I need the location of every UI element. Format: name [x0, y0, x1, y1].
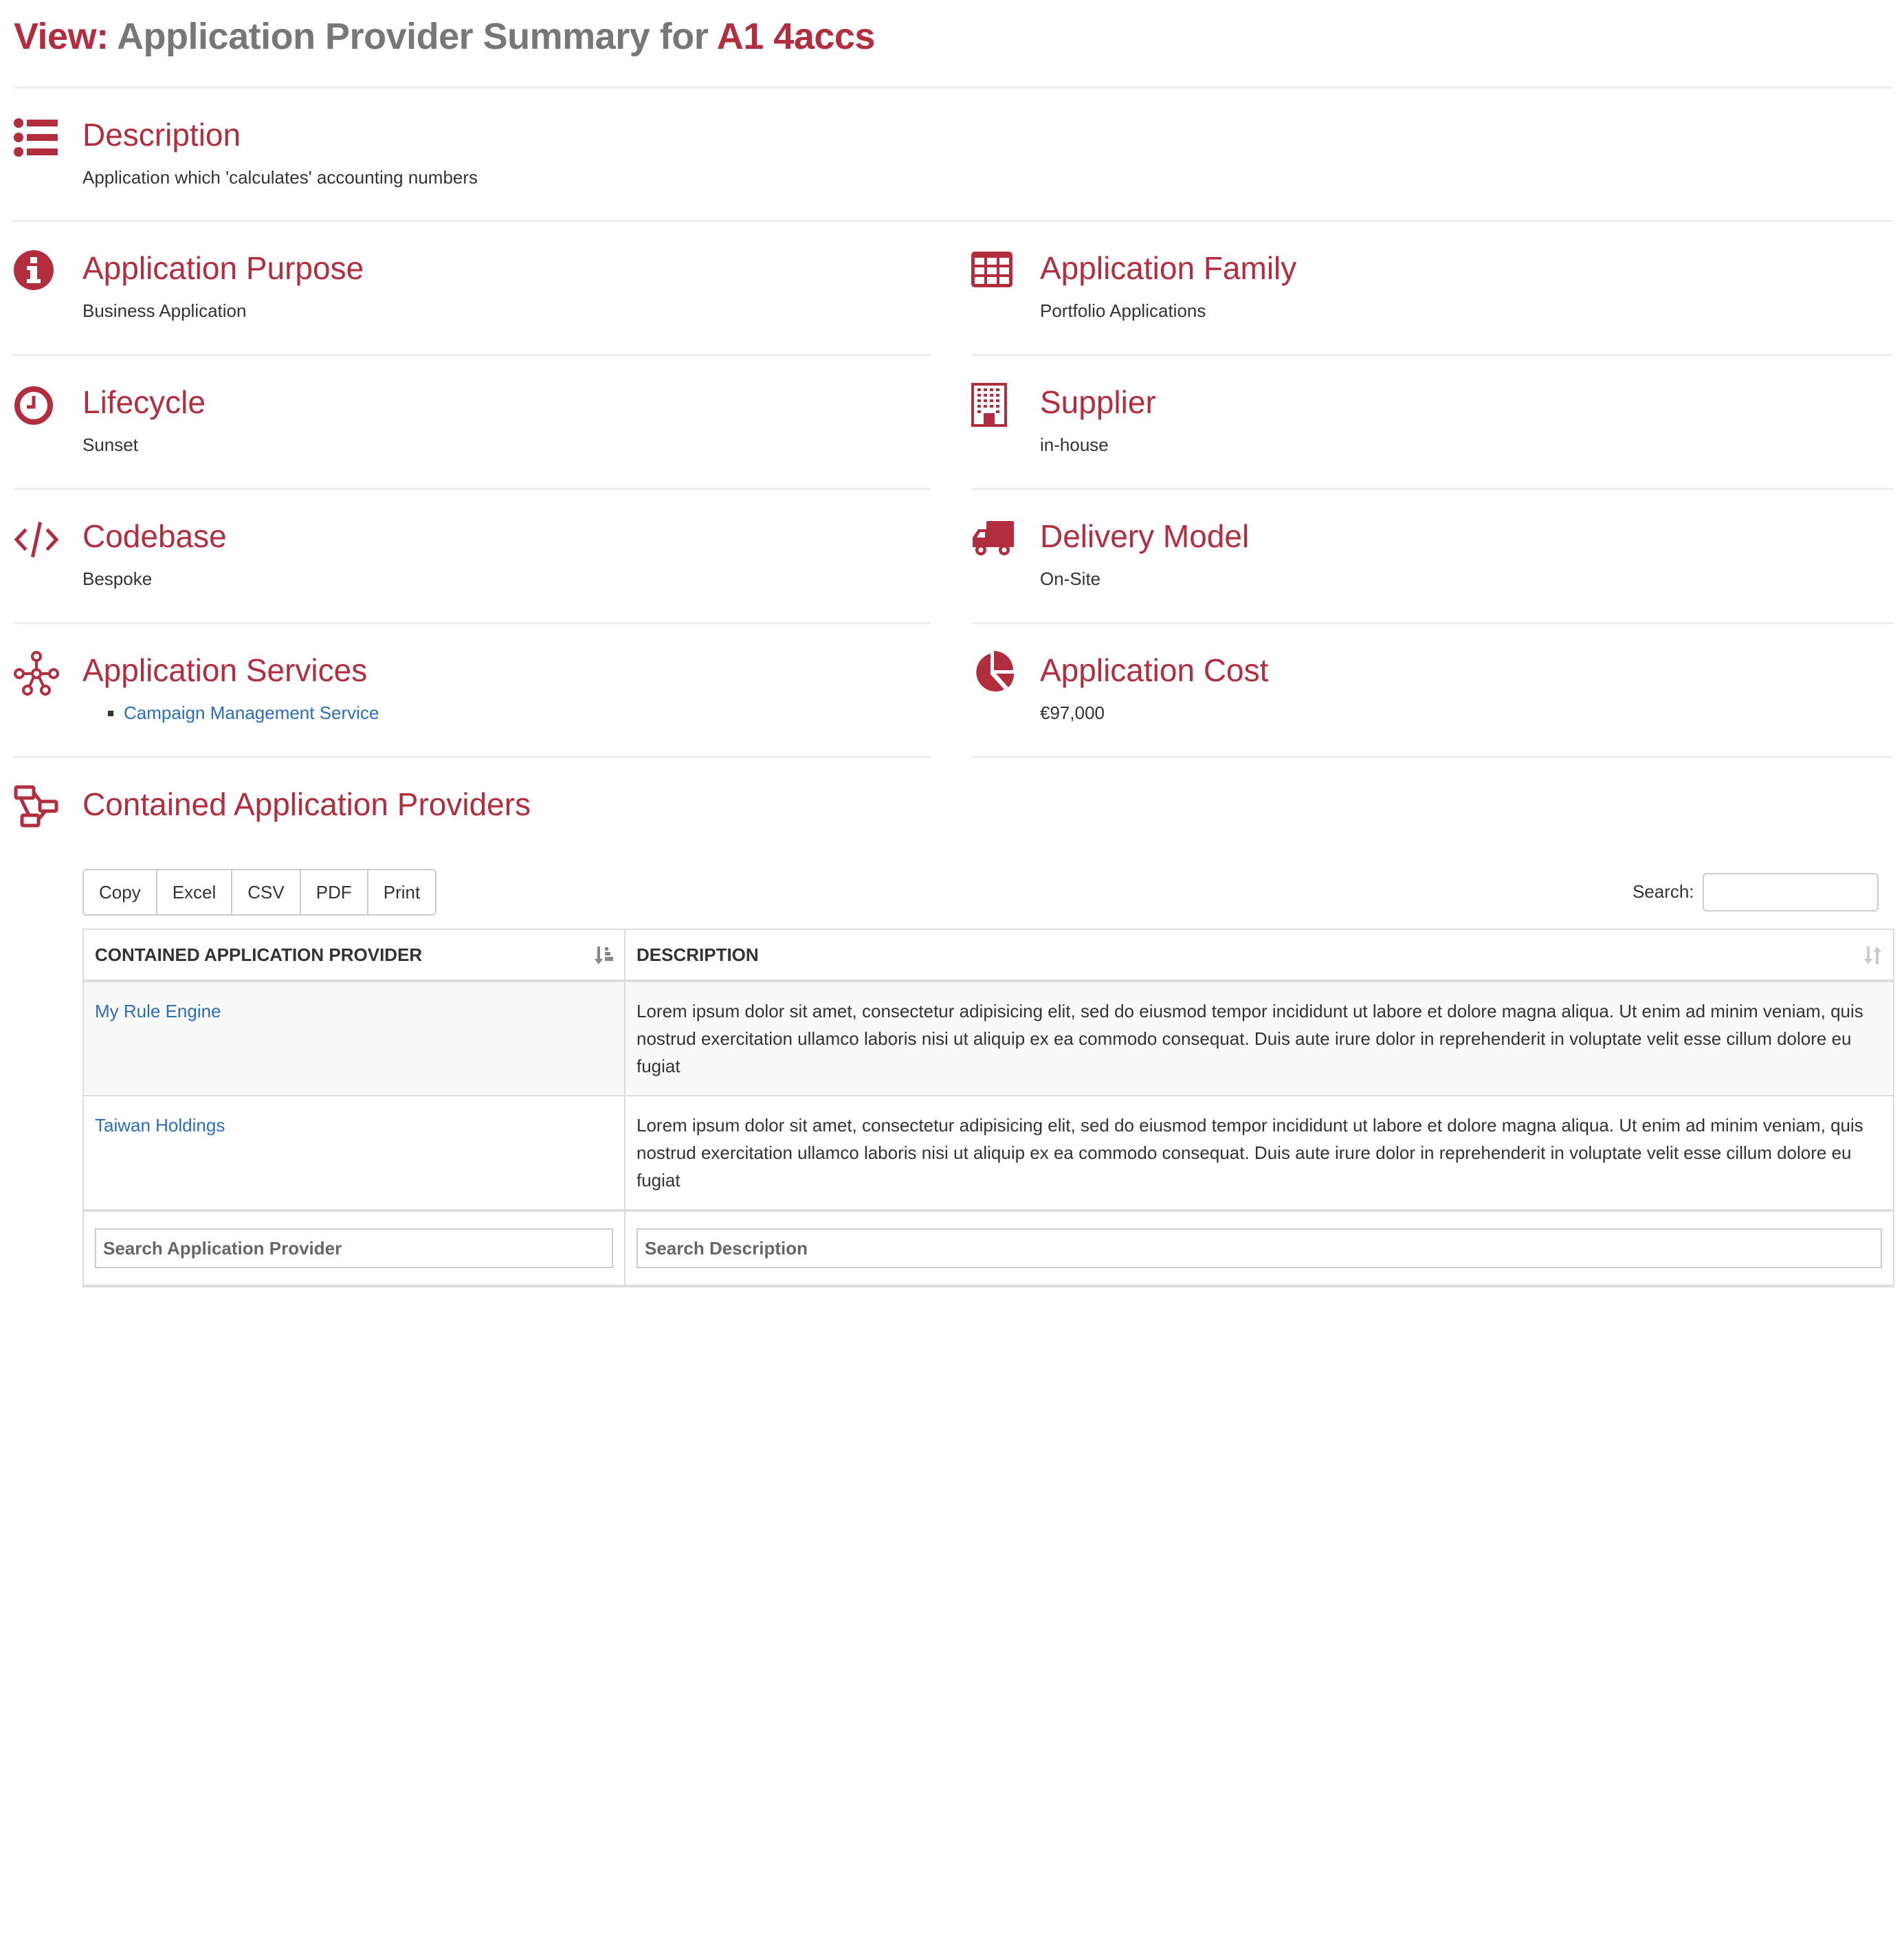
- section-value: €97,000: [1040, 702, 1105, 723]
- table-grid-icon: [971, 252, 1012, 287]
- section-value: Sunset: [82, 434, 138, 455]
- network-nodes-icon: [14, 651, 59, 696]
- table-header-row: Contained Application Provider Descripti…: [82, 929, 1894, 982]
- section-delivery-model: Delivery Model On-Site: [971, 517, 1892, 599]
- divider: [972, 354, 1893, 356]
- section-application-purpose: Application Purpose Business Application: [14, 249, 928, 331]
- filter-description-input[interactable]: [636, 1228, 1882, 1268]
- info-circle-icon: [14, 250, 54, 290]
- section-title: Application Cost: [1040, 652, 1269, 688]
- section-description: Description Application which 'calculate…: [14, 115, 1870, 198]
- section-title: Application Family: [1040, 250, 1297, 286]
- title-subject: A1 4accs: [716, 16, 876, 57]
- section-value: Bespoke: [82, 568, 153, 589]
- excel-button[interactable]: Excel: [157, 870, 233, 914]
- provider-link[interactable]: Taiwan Holdings: [95, 1115, 225, 1136]
- search-label: Search:: [1632, 881, 1694, 902]
- divider: [972, 488, 1893, 490]
- divider: [14, 87, 1893, 89]
- section-title: Lifecycle: [82, 384, 206, 420]
- clock-icon: [14, 386, 54, 425]
- copy-button[interactable]: Copy: [84, 870, 157, 914]
- section-supplier: Supplier in-house: [971, 383, 1892, 465]
- section-application-services: Application Services Campaign Management…: [14, 651, 928, 733]
- divider: [14, 488, 931, 490]
- section-title: Contained Application Providers: [82, 786, 531, 822]
- section-codebase: Codebase Bespoke: [14, 517, 928, 599]
- title-prefix: View:: [14, 16, 109, 57]
- section-value: Portfolio Applications: [1040, 300, 1206, 321]
- csv-button[interactable]: CSV: [232, 870, 301, 914]
- section-lifecycle: Lifecycle Sunset: [14, 383, 928, 465]
- print-button[interactable]: Print: [368, 870, 436, 914]
- section-title: Supplier: [1040, 384, 1156, 420]
- page-title: View: Application Provider Summary for A…: [14, 15, 875, 58]
- column-header-description[interactable]: Description: [624, 929, 1894, 982]
- title-text: Application Provider Summary for: [108, 16, 717, 57]
- provider-cell: Taiwan Holdings: [82, 1095, 626, 1211]
- section-title: Description: [82, 117, 241, 153]
- table-search-input[interactable]: [1703, 873, 1879, 911]
- services-list: Campaign Management Service: [82, 700, 379, 725]
- section-value: Business Application: [82, 300, 247, 321]
- column-header-label: Contained Application Provider: [95, 944, 423, 965]
- section-value: in-house: [1040, 434, 1109, 455]
- sort-ascending-icon[interactable]: [594, 945, 615, 966]
- sitemap-icon: [14, 785, 59, 828]
- building-icon: [971, 383, 1007, 427]
- divider: [14, 220, 1893, 222]
- section-value: On-Site: [1040, 568, 1101, 589]
- column-header-provider[interactable]: Contained Application Provider: [82, 929, 626, 982]
- divider: [14, 354, 931, 356]
- divider: [14, 756, 931, 758]
- provider-cell: My Rule Engine: [82, 980, 626, 1096]
- section-title: Application Purpose: [82, 250, 364, 286]
- column-header-label: Description: [636, 944, 759, 965]
- filter-provider-input[interactable]: [95, 1228, 613, 1268]
- description-cell: Lorem ipsum dolor sit amet, consectetur …: [624, 980, 1894, 1096]
- list-item: Campaign Management Service: [124, 700, 379, 725]
- contained-providers-table: Contained Application Provider Descripti…: [82, 929, 1894, 1948]
- description-cell: Lorem ipsum dolor sit amet, consectetur …: [624, 1095, 1894, 1211]
- section-title: Codebase: [82, 518, 227, 554]
- pdf-button[interactable]: PDF: [300, 870, 368, 914]
- section-title: Application Services: [82, 652, 368, 688]
- section-value: Application which 'calculates' accountin…: [82, 167, 478, 188]
- divider: [972, 622, 1893, 624]
- sort-both-icon[interactable]: [1863, 945, 1883, 966]
- truck-icon: [971, 520, 1015, 558]
- service-link[interactable]: Campaign Management Service: [124, 702, 379, 723]
- table-row: Taiwan Holdings Lorem ipsum dolor sit am…: [82, 1095, 1894, 1211]
- divider: [972, 756, 1893, 758]
- section-title: Delivery Model: [1040, 518, 1250, 554]
- code-icon: [14, 521, 59, 558]
- table-row: My Rule Engine Lorem ipsum dolor sit ame…: [82, 980, 1894, 1096]
- table-filter-row: [82, 1209, 1894, 1287]
- divider: [14, 622, 931, 624]
- section-application-family: Application Family Portfolio Application…: [971, 249, 1892, 331]
- section-application-cost: Application Cost €97,000: [971, 651, 1892, 733]
- section-contained-providers: Contained Application Providers: [14, 785, 1870, 833]
- list-icon: [14, 118, 58, 157]
- export-button-group: Copy Excel CSV PDF Print: [82, 869, 437, 916]
- provider-link[interactable]: My Rule Engine: [95, 1001, 221, 1021]
- pie-chart-icon: [971, 651, 1015, 695]
